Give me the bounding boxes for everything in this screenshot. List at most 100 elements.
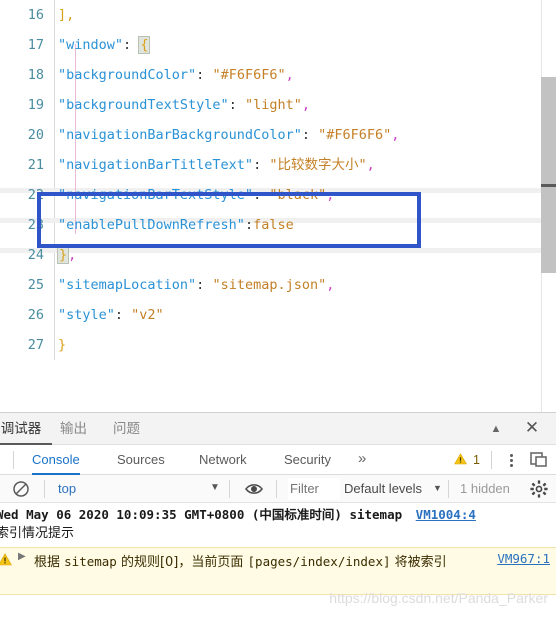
line-number: 25	[27, 277, 44, 293]
code-lines[interactable]: 16], 17 "window": {18 "backgroundColor": "…	[0, 0, 556, 360]
log-levels-value: Default levels	[344, 481, 423, 496]
tab-network[interactable]: Network	[199, 445, 247, 475]
code-line[interactable]: 24},	[0, 240, 556, 270]
tab-sources-label: Sources	[117, 452, 165, 467]
editor-scrollbar-track[interactable]	[541, 0, 556, 412]
code-line-text: "navigationBarTextStyle": "black",	[58, 180, 334, 210]
line-number: 16	[27, 7, 44, 23]
code-line[interactable]: 25 "sitemapLocation": "sitemap.json",	[0, 270, 556, 300]
code-line[interactable]: 27}	[0, 330, 556, 360]
tab-sources[interactable]: Sources	[117, 445, 165, 475]
code-line-text: "navigationBarBackgroundColor": "#F6F6F6…	[58, 120, 399, 150]
code-token: "light"	[244, 97, 302, 113]
console-log-source-link[interactable]: VM1004:4	[416, 507, 476, 522]
panel-tab-debugger-label: 调试器	[0, 421, 42, 436]
line-number: 19	[27, 97, 44, 113]
code-token: :	[244, 217, 254, 233]
warning-triangle-icon	[453, 453, 470, 467]
tabbar-divider-2	[491, 451, 492, 469]
code-token: "#F6F6F6"	[212, 67, 286, 83]
code-token: ,	[326, 187, 335, 203]
code-line[interactable]: 21 "navigationBarTitleText": "比较数字大小",	[0, 150, 556, 180]
tab-console[interactable]: Console	[32, 445, 80, 475]
toolbar-divider	[229, 480, 230, 498]
panel-tab-debugger[interactable]: 调试器	[0, 413, 52, 445]
more-vertical-icon[interactable]	[500, 445, 522, 475]
dock-panel-icon[interactable]	[528, 451, 550, 469]
code-token: }	[58, 337, 67, 353]
code-editor[interactable]: 16], 17 "window": {18 "backgroundColor": "…	[0, 0, 556, 412]
devtools-panel: 调试器 输出 问题 ▲ ✕ Console Sources Network Se…	[0, 412, 556, 637]
code-token: ,	[68, 247, 77, 263]
console-warning-source-link[interactable]: VM967:1	[497, 551, 550, 566]
chevron-up-icon[interactable]: ▲	[482, 413, 510, 445]
chevron-down-icon[interactable]: ▼	[433, 475, 442, 503]
watermark-text: https://blog.csdn.net/Panda_Parker	[329, 590, 548, 606]
code-token: "#F6F6F6"	[318, 127, 392, 143]
code-line-text: "window": {	[58, 30, 151, 60]
execution-context-select[interactable]: top	[58, 475, 76, 503]
log-levels-select[interactable]: Default levels	[344, 475, 422, 503]
code-line[interactable]: 18 "backgroundColor": "#F6F6F6",	[0, 60, 556, 90]
chevron-down-icon[interactable]: ▼	[210, 475, 220, 503]
gear-icon[interactable]	[530, 480, 548, 498]
code-line-text: "backgroundColor": "#F6F6F6",	[58, 60, 294, 90]
code-token: "v2"	[131, 307, 164, 323]
console-warning-text: 根据 sitemap 的规则[0]，当前页面 [pages/index/inde…	[34, 551, 474, 573]
filter-input[interactable]	[288, 478, 340, 500]
line-number: 21	[27, 157, 44, 173]
chevron-double-right-icon[interactable]: »	[358, 445, 366, 475]
line-number: 18	[27, 67, 44, 83]
console-toolbar: top ▼ Default levels ▼ 1 hidden	[0, 475, 556, 503]
code-token: ],	[58, 7, 75, 23]
editor-scrollbar-thumb[interactable]	[541, 77, 556, 273]
close-icon[interactable]: ✕	[518, 413, 546, 445]
warning-triangle-icon	[0, 553, 12, 569]
code-line-text: }	[58, 330, 66, 360]
toolbar-divider	[44, 480, 45, 498]
live-expression-eye-icon[interactable]	[244, 480, 264, 498]
tab-security-label: Security	[284, 452, 331, 467]
console-message-list[interactable]: Wed May 06 2020 10:09:35 GMT+0800 (中国标准时…	[0, 503, 556, 610]
code-token: ,	[366, 157, 375, 173]
line-number: 26	[27, 307, 44, 323]
code-token: "backgroundTextStyle"	[58, 97, 229, 113]
toolbar-divider	[448, 480, 449, 498]
code-token: :	[196, 67, 213, 83]
console-log-message[interactable]: Wed May 06 2020 10:09:35 GMT+0800 (中国标准时…	[0, 503, 556, 543]
code-line[interactable]: 23 "enablePullDownRefresh":false	[0, 210, 556, 240]
triangle-right-icon[interactable]: ▶	[18, 551, 26, 562]
code-line[interactable]: 17 "window": {	[0, 30, 556, 60]
code-token: "sitemapLocation"	[58, 277, 197, 293]
hidden-messages-label: 1 hidden	[460, 475, 510, 503]
warn-text-mono2: [pages/index/index]	[247, 554, 391, 569]
panel-tab-problems[interactable]: 问题	[113, 413, 140, 445]
code-line[interactable]: 26 "style": "v2"	[0, 300, 556, 330]
code-line-text: "enablePullDownRefresh":false	[58, 210, 294, 240]
console-warning-message[interactable]: ▶ 根据 sitemap 的规则[0]，当前页面 [pages/index/in…	[0, 547, 556, 595]
code-line-text: "backgroundTextStyle": "light",	[58, 90, 310, 120]
tabbar-divider	[13, 451, 14, 469]
code-token: :	[301, 127, 319, 143]
code-token: ,	[285, 67, 294, 83]
tab-network-label: Network	[199, 452, 247, 467]
code-line[interactable]: 22 "navigationBarTextStyle": "black",	[0, 180, 556, 210]
code-token: :	[196, 277, 213, 293]
warn-text-part3: 将被索引	[390, 555, 447, 570]
console-log-text2: 索引情况提示	[0, 526, 75, 541]
panel-tab-output[interactable]: 输出	[60, 413, 87, 445]
tab-security[interactable]: Security	[284, 445, 331, 475]
code-line[interactable]: 19 "backgroundTextStyle": "light",	[0, 90, 556, 120]
code-token: "sitemap.json"	[212, 277, 327, 293]
code-line[interactable]: 20 "navigationBarBackgroundColor": "#F6F…	[0, 120, 556, 150]
clear-console-icon[interactable]	[12, 480, 30, 498]
hidden-messages-text: 1 hidden	[460, 481, 510, 496]
code-token: "navigationBarTextStyle"	[58, 187, 254, 203]
console-log-line1: Wed May 06 2020 10:09:35 GMT+0800 (中国标准时…	[0, 505, 552, 524]
panel-tabbar: 调试器 输出 问题 ▲ ✕	[0, 413, 556, 445]
tab-console-label: Console	[32, 452, 80, 467]
panel-tab-output-label: 输出	[60, 421, 87, 436]
warning-count-badge[interactable]: 1	[453, 445, 480, 475]
warn-text-part1: 根据	[34, 555, 65, 570]
code-line[interactable]: 16],	[0, 0, 556, 30]
